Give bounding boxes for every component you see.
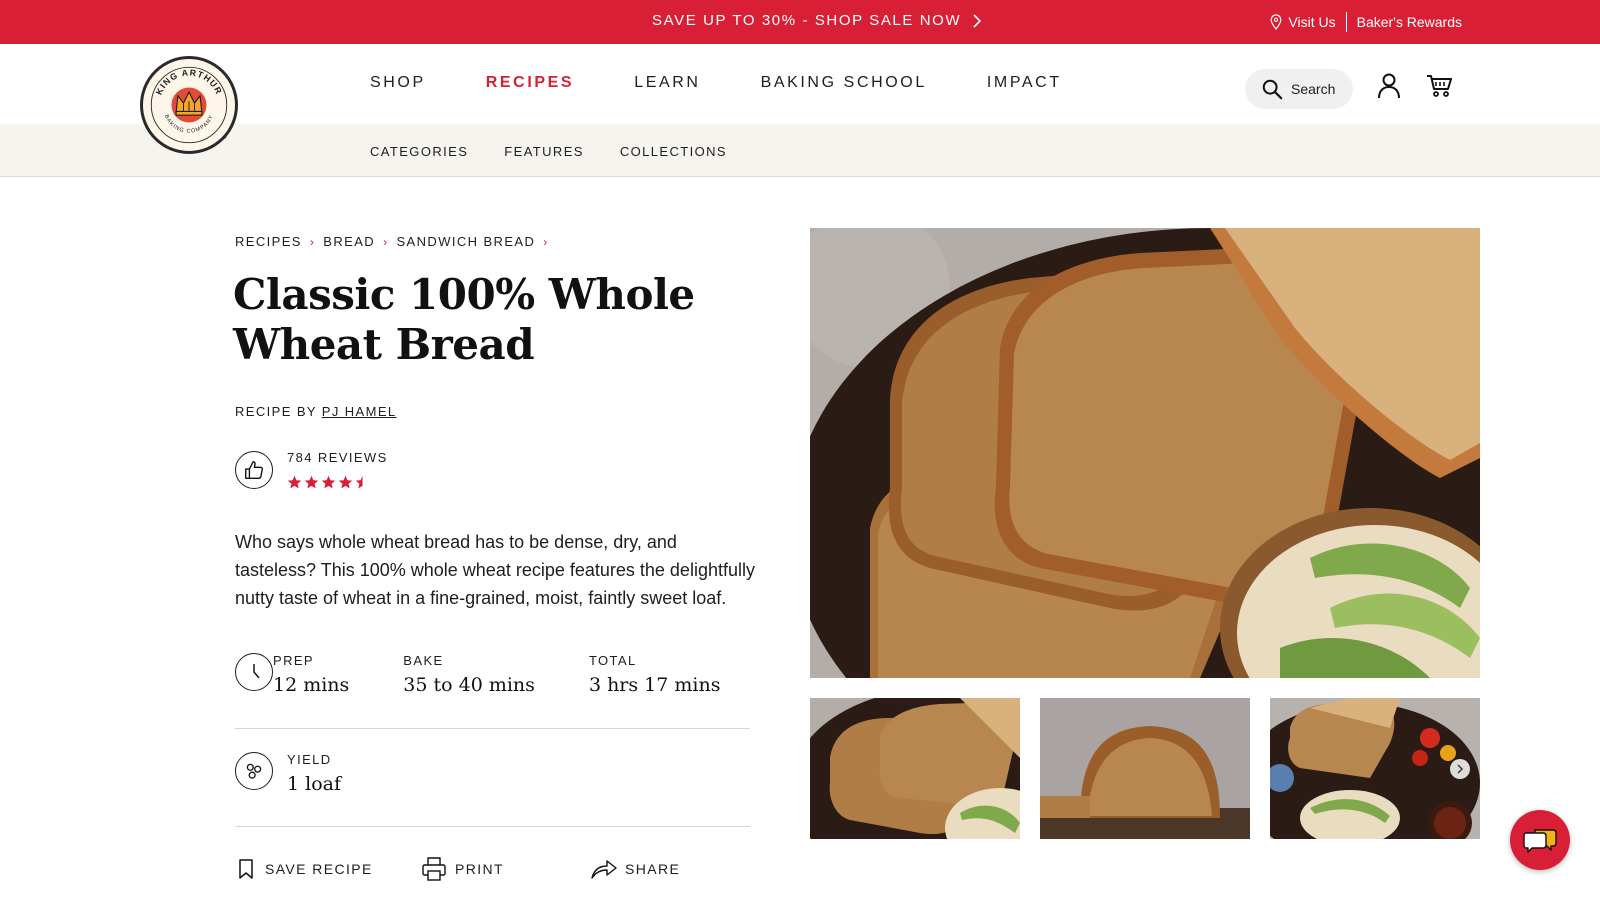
breadcrumb-item-bread[interactable]: BREAD <box>323 234 375 249</box>
chevron-right-icon <box>1457 764 1463 774</box>
star-icon <box>338 475 353 489</box>
visit-us-link[interactable]: Visit Us <box>1270 14 1336 30</box>
chevron-right-icon: › <box>543 234 549 249</box>
time-prep-value: 12 mins <box>273 674 350 696</box>
bakers-rewards-label: Baker's Rewards <box>1356 14 1462 30</box>
yield-label: YIELD <box>287 752 332 767</box>
star-icon <box>287 475 302 489</box>
save-recipe-label: SAVE RECIPE <box>265 861 373 877</box>
save-recipe-button[interactable]: SAVE RECIPE <box>235 858 421 880</box>
reviews-count: 784 REVIEWS <box>287 450 388 465</box>
thumbnail-1[interactable] <box>810 698 1020 839</box>
time-bake-label: BAKE <box>403 653 444 668</box>
search-icon <box>1262 79 1283 100</box>
yield-block: YIELD 1 loaf <box>287 752 341 795</box>
location-pin-icon <box>1271 14 1282 30</box>
subnav-item-features[interactable]: FEATURES <box>504 144 584 159</box>
star-icon <box>355 475 363 489</box>
chat-button[interactable] <box>1510 810 1570 870</box>
star-rating <box>287 475 388 490</box>
logo-tm: ™ <box>222 136 227 141</box>
recipe-title: Classic 100% Whole Wheat Bread <box>233 270 695 369</box>
divider <box>235 728 750 729</box>
king-arthur-logo[interactable]: KING ARTHUR BAKING COMPANY ™ <box>140 56 238 154</box>
printer-icon <box>422 857 446 881</box>
cart-icon[interactable] <box>1426 74 1452 98</box>
share-arrow-icon <box>591 860 617 879</box>
share-label: SHARE <box>625 861 681 877</box>
sub-nav: CATEGORIES FEATURES COLLECTIONS <box>0 124 1600 177</box>
thumbs-up-icon <box>235 451 273 489</box>
thumbnail-2[interactable] <box>1040 698 1250 839</box>
clock-icon <box>235 653 273 691</box>
time-total-value: 3 hrs 17 mins <box>588 674 721 696</box>
breadcrumb: RECIPES › BREAD › SANDWICH BREAD › <box>235 234 557 249</box>
recipe-actions: SAVE RECIPE PRINT SHARE <box>235 856 680 882</box>
subnav-item-collections[interactable]: COLLECTIONS <box>620 144 727 159</box>
yield-value: 1 loaf <box>287 773 342 795</box>
share-button[interactable]: SHARE <box>591 858 680 880</box>
author-link[interactable]: PJ HAMEL <box>322 404 397 419</box>
reviews-info: 784 REVIEWS <box>287 450 388 490</box>
star-icon <box>321 475 336 489</box>
search-label: Search <box>1291 81 1336 97</box>
subnav-item-categories[interactable]: CATEGORIES <box>370 144 468 159</box>
nav-item-impact[interactable]: IMPACT <box>987 74 1062 92</box>
bakers-rewards-link[interactable]: Baker's Rewards <box>1357 14 1462 30</box>
promo-bar: SAVE UP TO 30% - SHOP SALE NOW Visit Us … <box>0 0 1600 44</box>
byline-prefix: RECIPE BY <box>235 404 317 419</box>
promo-sale-link[interactable]: SAVE UP TO 30% - SHOP SALE NOW <box>652 12 983 29</box>
print-button[interactable]: PRINT <box>421 856 591 882</box>
divider <box>235 826 750 827</box>
star-icon <box>304 475 319 489</box>
time-bake: BAKE 35 to 40 mins <box>403 653 535 696</box>
breadcrumb-item-recipes[interactable]: RECIPES <box>235 234 302 249</box>
account-icon[interactable] <box>1377 73 1401 99</box>
time-bake-value: 35 to 40 mins <box>403 674 535 696</box>
chat-bubble-icon <box>1523 829 1557 853</box>
visit-us-label: Visit Us <box>1288 14 1336 30</box>
utility-divider <box>1345 12 1347 32</box>
logo-mark: KING ARTHUR BAKING COMPANY ™ <box>148 64 230 146</box>
nav-item-recipes[interactable]: RECIPES <box>486 74 574 92</box>
recipe-hero-image <box>810 228 1480 678</box>
sub-nav-links: CATEGORIES FEATURES COLLECTIONS <box>370 144 763 159</box>
nav-item-shop[interactable]: SHOP <box>370 74 426 92</box>
recipe-times: PREP 12 mins BAKE 35 to 40 mins TOTAL 3 … <box>235 653 774 696</box>
main-nav: SHOP RECIPES LEARN BAKING SCHOOL IMPACT <box>370 74 1122 92</box>
thumbnail-3[interactable] <box>1270 698 1480 839</box>
recipe-byline: RECIPE BY PJ HAMEL <box>235 404 397 419</box>
time-total: TOTAL 3 hrs 17 mins <box>589 653 721 696</box>
yield-icon <box>235 752 273 790</box>
bookmark-icon <box>239 859 253 879</box>
time-total-label: TOTAL <box>588 653 637 668</box>
thumbnail-next-button[interactable] <box>1450 759 1470 779</box>
print-label: PRINT <box>455 861 504 877</box>
time-prep: PREP 12 mins <box>273 653 349 696</box>
time-prep-label: PREP <box>273 653 315 668</box>
chevron-right-icon <box>973 13 982 28</box>
promo-text: SAVE UP TO 30% - SHOP SALE NOW <box>652 12 962 29</box>
breadcrumb-item-sandwich-bread[interactable]: SANDWICH BREAD <box>396 234 535 249</box>
chevron-right-icon: › <box>309 234 316 249</box>
recipe-yield: YIELD 1 loaf <box>235 752 395 795</box>
chevron-right-icon: › <box>383 234 389 249</box>
utility-links: Visit Us Baker's Rewards <box>1270 12 1462 32</box>
nav-item-learn[interactable]: LEARN <box>634 74 700 92</box>
reviews-summary[interactable]: 784 REVIEWS <box>235 450 388 490</box>
recipe-description: Who says whole wheat bread has to be den… <box>235 532 755 608</box>
nav-item-baking-school[interactable]: BAKING SCHOOL <box>761 74 927 92</box>
search-button[interactable]: Search <box>1245 69 1353 109</box>
